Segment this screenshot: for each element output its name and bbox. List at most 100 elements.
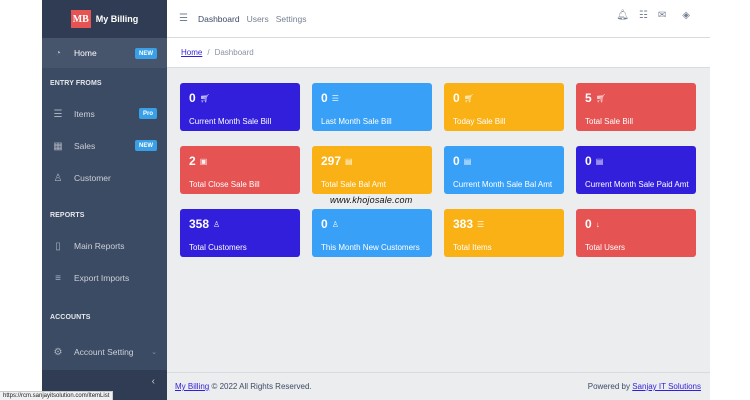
inbox-icon: ▣ [199,156,208,166]
sidebar-item-label: Home [74,48,97,58]
sidebar: MB My Billing ◔ Home NEW ENTRY FROMS ☰ I… [42,0,167,400]
sidebar-item-sales[interactable]: ▦ Sales NEW [42,130,167,162]
stat-card-label: Total Users [585,243,626,252]
breadcrumb-separator: / [207,48,210,57]
status-url: https://rcm.sanjayitsolution.com/ItemLis… [0,391,114,400]
new-badge: NEW [135,140,157,151]
sidebar-item-main-reports[interactable]: ▯ Main Reports [42,230,167,262]
footer-left: My Billing © 2022 All Rights Reserved. [175,382,312,391]
stat-card[interactable]: 383 ☰ Total Items [444,209,564,257]
stat-card-value: 383 ☰ [453,217,555,231]
stat-card-label: Today Sale Bill [453,117,506,126]
sidebar-item-label: Items [74,109,95,119]
stat-card[interactable]: 2 ▣ Total Close Sale Bill [180,146,300,194]
stat-card-number: 383 [453,217,474,231]
stat-card-value: 0 ▤ [453,154,555,168]
align-icon: ≡ [55,272,61,284]
stat-card-label: Last Month Sale Bill [321,117,392,126]
hamburger-icon[interactable]: ☰ [179,13,188,24]
money-icon: ▤ [345,156,353,166]
speedometer-icon: ◔ [54,47,62,59]
chevron-down-icon: ⌄ [151,349,157,356]
footer: My Billing © 2022 All Rights Reserved. P… [167,372,710,400]
stat-card-label: Total Customers [189,243,247,252]
stat-card-value: 0 ♙ [321,217,423,231]
header-nav-settings[interactable]: Settings [276,14,307,24]
task-list-icon[interactable]: ☷ [639,10,648,21]
sidebar-item-label: Export Imports [74,273,130,283]
stat-card-number: 0 [321,217,328,231]
sidebar-item-customer[interactable]: ♙ Customer [42,162,167,194]
chevron-left-icon[interactable]: ‹ [152,376,155,387]
sidebar-item-export-imports[interactable]: ≡ Export Imports [42,262,167,294]
sidebar-item-home[interactable]: ◔ Home NEW [42,38,167,68]
stat-card-label: Current Month Sale Bal Amt [453,180,553,189]
stat-card-label: Total Sale Bill [585,117,634,126]
stat-card-number: 0 [189,91,196,105]
breadcrumb-home-link[interactable]: Home [181,48,202,57]
stat-card-value: 0 ▤ [585,154,687,168]
footer-company-link[interactable]: Sanjay IT Solutions [632,382,701,391]
stat-card-label: Current Month Sale Paid Amt [585,180,689,189]
stat-card-value: 0 ☰ [321,91,423,105]
stat-card-value: 297 ▤ [321,154,423,168]
watermark-text: www.khojosale.com [330,195,413,205]
breadcrumb-current: Dashboard [214,48,254,57]
cart-icon: 🛒︎ [463,93,474,103]
file-icon: ▯ [55,240,61,252]
stat-card-number: 0 [453,91,460,105]
stat-card-number: 5 [585,91,592,105]
envelope-icon[interactable]: ✉ [658,10,666,21]
stat-card[interactable]: 0 🛒︎ Current Month Sale Bill [180,83,300,131]
stat-card[interactable]: 297 ▤ Total Sale Bal Amt [312,146,432,194]
stat-card-label: Total Sale Bal Amt [321,180,386,189]
calendar-icon: ▦ [53,140,63,152]
section-title-accounts: ACCOUNTS [50,313,91,321]
list-icon: ☰ [53,108,63,120]
user-icon: ♙ [213,219,221,229]
user-icon: ♙ [331,219,339,229]
sidebar-item-items[interactable]: ☰ Items Pro [42,98,167,130]
cart-icon: 🛒︎ [595,93,606,103]
footer-right: Powered by Sanjay IT Solutions [588,382,701,391]
stat-card-value: 5 🛒︎ [585,91,687,105]
stat-card[interactable]: 0 ▤ Current Month Sale Bal Amt [444,146,564,194]
stat-card-number: 0 [585,217,592,231]
header-nav-users[interactable]: Users [247,14,269,24]
stat-card-number: 2 [189,154,196,168]
stat-card[interactable]: 0 🛒︎ Today Sale Bill [444,83,564,131]
header-nav-dashboard[interactable]: Dashboard [198,14,240,24]
stat-card[interactable]: 5 🛒︎ Total Sale Bill [576,83,696,131]
avatar[interactable]: ◈ [682,10,690,21]
sidebar-item-label: Customer [74,173,111,183]
stat-card-value: 0 🛒︎ [453,91,555,105]
sidebar-item-account-setting[interactable]: ⚙ Account Setting ⌄ [42,336,167,368]
header-icons: 🔔︎ ☷ ✉ ◈ [616,10,690,21]
stat-card[interactable]: 0 ▤ Current Month Sale Paid Amt [576,146,696,194]
stat-card-number: 0 [453,154,460,168]
sidebar-item-label: Account Setting [74,347,134,357]
money-icon: ▤ [595,156,604,166]
stat-card-value: 0 ↓ [585,217,687,231]
stat-card[interactable]: 0 ↓ Total Users [576,209,696,257]
stat-card-label: Total Close Sale Bill [189,180,260,189]
stat-card[interactable]: 0 ♙ This Month New Customers [312,209,432,257]
arrow-down-icon: ↓ [595,219,600,229]
list-icon: ☰ [477,219,485,229]
pro-badge: Pro [138,108,157,119]
stat-card-value: 2 ▣ [189,154,291,168]
bell-icon[interactable]: 🔔︎ [616,10,629,21]
footer-powered: Powered by [587,382,630,391]
brand[interactable]: MB My Billing [42,0,167,38]
stat-card[interactable]: 358 ♙ Total Customers [180,209,300,257]
footer-brand-link[interactable]: My Billing [175,382,209,391]
stat-card[interactable]: 0 ☰ Last Month Sale Bill [312,83,432,131]
cart-icon: 🛒︎ [199,93,210,103]
stat-card-value: 0 🛒︎ [189,91,291,105]
stat-card-value: 358 ♙ [189,217,291,231]
footer-copyright: © 2022 All Rights Reserved. [211,382,312,391]
stat-card-number: 0 [321,91,328,105]
stat-card-number: 0 [585,154,592,168]
brand-name: My Billing [95,14,139,24]
section-title-reports: REPORTS [50,211,85,219]
